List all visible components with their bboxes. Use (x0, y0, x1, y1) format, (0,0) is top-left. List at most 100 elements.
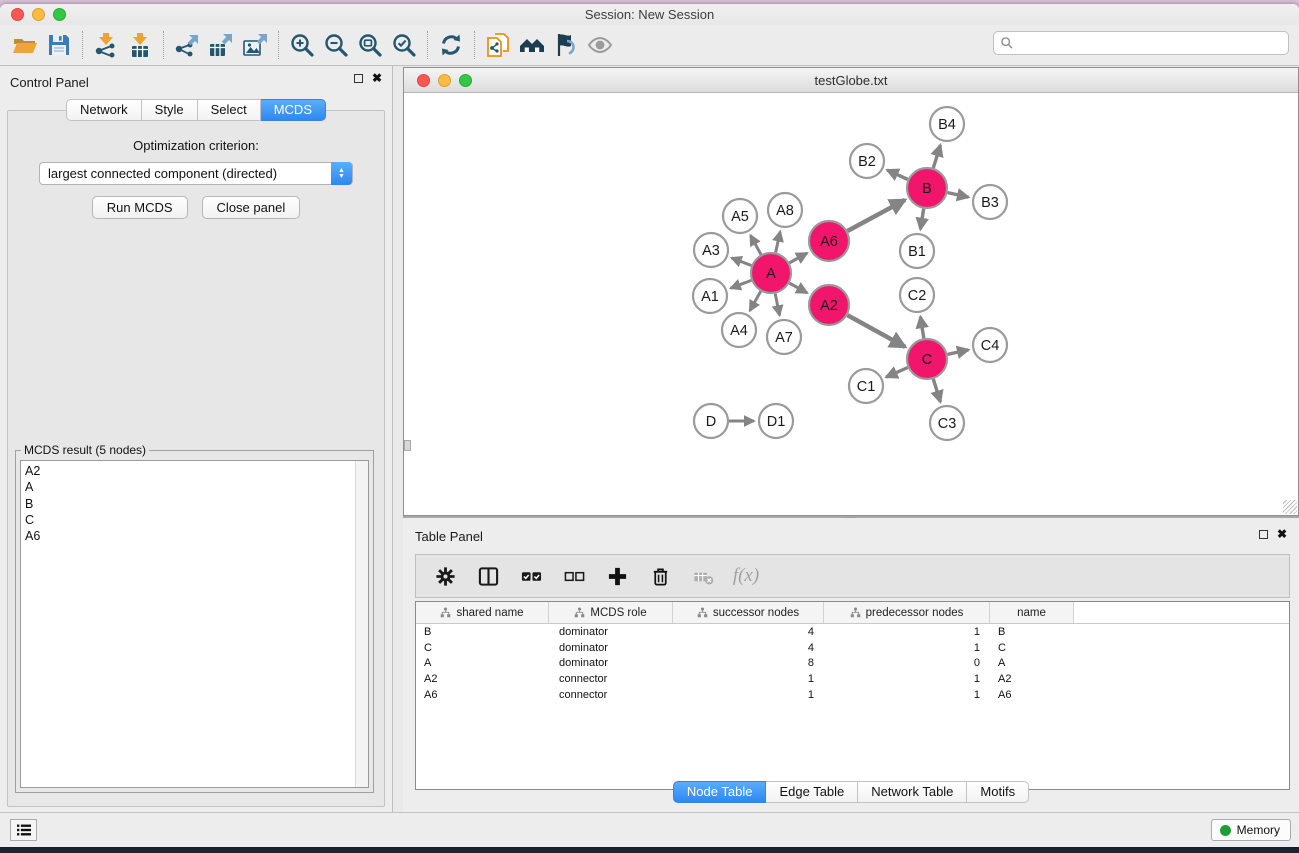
node-C1[interactable]: C1 (849, 369, 883, 403)
zoom-out-button[interactable] (319, 29, 353, 61)
edge-C-C2[interactable] (920, 317, 923, 339)
node-B3[interactable]: B3 (973, 185, 1007, 219)
mcds-result-item[interactable]: A6 (25, 528, 368, 544)
column-header-predecessor-nodes[interactable]: predecessor nodes (824, 602, 990, 623)
node-A3[interactable]: A3 (694, 233, 728, 267)
close-panel-icon[interactable]: ✖ (372, 73, 382, 83)
node-A1[interactable]: A1 (693, 279, 727, 313)
open-file-button[interactable] (8, 29, 42, 61)
show-hide-eye-button[interactable] (583, 29, 617, 61)
import-network-button[interactable] (89, 29, 123, 61)
node-B2[interactable]: B2 (850, 144, 884, 178)
tab-select[interactable]: Select (198, 99, 261, 121)
node-C[interactable]: C (907, 339, 947, 379)
mcds-result-item[interactable]: B (25, 496, 368, 512)
window-resize-grip[interactable] (1283, 500, 1297, 514)
edge-A-A5[interactable] (751, 235, 762, 254)
table-row[interactable]: Cdominator41C (416, 640, 1289, 656)
close-table-panel-icon[interactable]: ✖ (1277, 529, 1287, 539)
search-input[interactable] (1014, 33, 1288, 53)
node-C2[interactable]: C2 (900, 278, 934, 312)
column-header-shared-name[interactable]: shared name (416, 602, 549, 623)
deselect-all-button[interactable] (561, 563, 587, 589)
tab-node-table[interactable]: Node Table (673, 781, 767, 803)
column-layout-button[interactable] (475, 563, 501, 589)
edge-A-A8[interactable] (776, 232, 781, 253)
select-all-button[interactable] (518, 563, 544, 589)
tab-network[interactable]: Network (66, 99, 142, 121)
tab-motifs[interactable]: Motifs (967, 781, 1029, 803)
edge-B-B2[interactable] (887, 170, 908, 179)
edge-A-A1[interactable] (731, 280, 752, 288)
node-A2[interactable]: A2 (809, 285, 849, 325)
edge-C-C3[interactable] (933, 379, 940, 402)
column-header-mcds-role[interactable]: MCDS role (549, 602, 673, 623)
mcds-result-item[interactable]: A (25, 479, 368, 495)
edge-A-A4[interactable] (750, 291, 761, 311)
float-table-panel-icon[interactable] (1259, 530, 1268, 539)
import-table-button[interactable] (123, 29, 157, 61)
add-column-button[interactable] (604, 563, 630, 589)
export-network-button[interactable] (170, 29, 204, 61)
node-C4[interactable]: C4 (973, 328, 1007, 362)
graphics-details-button[interactable] (549, 29, 583, 61)
column-header-successor-nodes[interactable]: successor nodes (673, 602, 824, 623)
zoom-fit-button[interactable] (353, 29, 387, 61)
node-A8[interactable]: A8 (768, 193, 802, 227)
optimization-criterion-select[interactable]: largest connected component (directed) ▲… (39, 162, 353, 185)
home-button[interactable] (515, 29, 549, 61)
navigator-handle[interactable] (404, 440, 411, 451)
table-row[interactable]: A6connector11A6 (416, 687, 1289, 703)
export-table-button[interactable] (204, 29, 238, 61)
duplicate-network-button[interactable] (481, 29, 515, 61)
edge-A2-C[interactable] (847, 315, 905, 347)
tab-mcds[interactable]: MCDS (261, 99, 326, 121)
edge-A6-B[interactable] (848, 200, 906, 231)
float-panel-icon[interactable] (354, 74, 363, 83)
save-session-button[interactable] (42, 29, 76, 61)
edge-C-C1[interactable] (886, 368, 908, 378)
edge-A-A7[interactable] (775, 294, 779, 316)
close-panel-button[interactable]: Close panel (202, 196, 301, 219)
mcds-result-item[interactable]: C (25, 512, 368, 528)
column-header-name[interactable]: name (990, 602, 1074, 623)
table-row[interactable]: Bdominator41B (416, 624, 1289, 640)
fx-button[interactable]: f(x) (733, 563, 759, 589)
mcds-result-item[interactable]: A2 (25, 463, 368, 479)
tab-style[interactable]: Style (142, 99, 198, 121)
node-A7[interactable]: A7 (767, 320, 801, 354)
edge-A-A2[interactable] (789, 283, 807, 293)
edge-B-B3[interactable] (948, 193, 969, 198)
tab-edge-table[interactable]: Edge Table (766, 781, 858, 803)
tab-network-table[interactable]: Network Table (858, 781, 967, 803)
run-mcds-button[interactable]: Run MCDS (92, 196, 188, 219)
table-row[interactable]: A2connector11A2 (416, 671, 1289, 687)
edge-C-C4[interactable] (948, 350, 969, 355)
node-B1[interactable]: B1 (900, 234, 934, 268)
edge-B-B1[interactable] (920, 209, 923, 230)
zoom-selected-button[interactable] (387, 29, 421, 61)
node-A[interactable]: A (751, 253, 791, 293)
export-image-button[interactable] (238, 29, 272, 61)
edge-B-B4[interactable] (933, 145, 940, 168)
node-B4[interactable]: B4 (930, 107, 964, 141)
zoom-in-button[interactable] (285, 29, 319, 61)
edge-A-A3[interactable] (732, 258, 752, 266)
delete-trash-button[interactable] (647, 563, 673, 589)
node-C3[interactable]: C3 (930, 406, 964, 440)
network-window-titlebar[interactable]: testGlobe.txt (404, 68, 1298, 93)
result-scrollbar[interactable] (355, 461, 368, 787)
network-canvas[interactable]: B4B2BB3A5A8A6A3B1AA1C2A2A4A7C4CC1DD1C3 (404, 93, 1298, 515)
delete-table-button[interactable] (690, 563, 716, 589)
table-row[interactable]: Adominator80A (416, 656, 1289, 672)
node-D1[interactable]: D1 (759, 404, 793, 438)
node-B[interactable]: B (907, 168, 947, 208)
node-A4[interactable]: A4 (722, 313, 756, 347)
node-A5[interactable]: A5 (723, 199, 757, 233)
node-D[interactable]: D (694, 404, 728, 438)
task-history-button[interactable] (10, 819, 37, 841)
settings-gear-button[interactable] (432, 563, 458, 589)
refresh-button[interactable] (434, 29, 468, 61)
memory-button[interactable]: Memory (1211, 819, 1291, 841)
search-box[interactable] (993, 31, 1289, 55)
